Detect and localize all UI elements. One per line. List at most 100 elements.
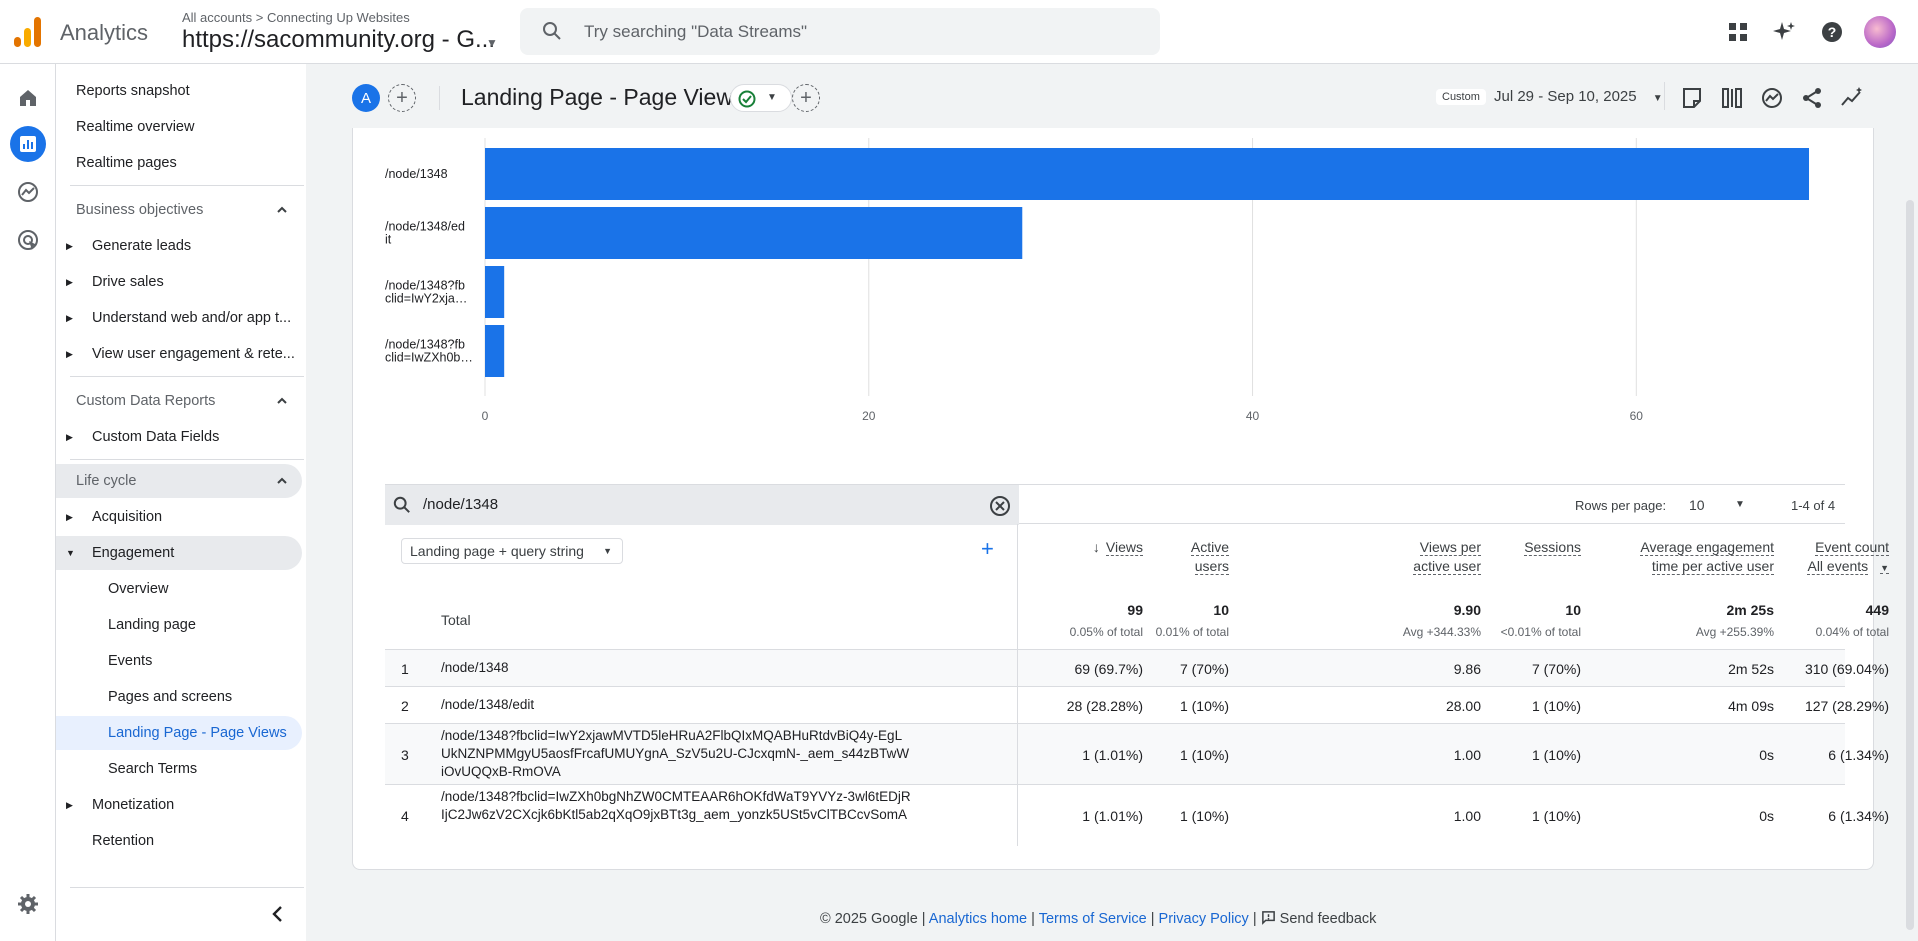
bar[interactable]: [485, 325, 505, 377]
row-events: 310 (69.04%): [1804, 661, 1889, 677]
search-input[interactable]: Try searching "Data Streams": [584, 22, 807, 42]
rows-per-page-select[interactable]: 10: [1689, 497, 1705, 513]
crumb-account[interactable]: Connecting Up Websites: [267, 10, 410, 25]
share-icon[interactable]: [1800, 86, 1824, 110]
caret-down-icon[interactable]: ▼: [486, 36, 498, 50]
section-business-objectives[interactable]: Business objectives: [56, 193, 302, 227]
divider: [439, 86, 440, 110]
nav-realtime-overview[interactable]: Realtime overview: [56, 110, 302, 144]
date-custom-tag: Custom: [1436, 89, 1486, 105]
send-feedback-button[interactable]: Send feedback: [1261, 911, 1376, 927]
comparison-avatar[interactable]: A: [352, 84, 380, 112]
row-page[interactable]: /node/1348?fbclid=IwY2xjawMVTD5leHRuA2Fl…: [441, 727, 911, 781]
compare-columns-icon[interactable]: [1720, 86, 1744, 110]
col-event-count[interactable]: Event count All events ▼: [1653, 538, 1889, 578]
row-index: 2: [401, 698, 409, 714]
total-users-sub: 0.01% of total: [1155, 625, 1229, 639]
pagination-text: 1-4 of 4: [1791, 498, 1836, 513]
row-users: 7 (70%): [1179, 661, 1229, 677]
table-row[interactable]: 4 /node/1348?fbclid=IwZXh0bgNhZW0CMTEAAR…: [385, 784, 1889, 846]
privacy-link[interactable]: Privacy Policy: [1159, 911, 1249, 927]
table-row[interactable]: 1 /node/1348 69 (69.7%) 7 (70%) 9.86 7 (…: [385, 649, 1889, 686]
clear-search-icon[interactable]: [989, 495, 1011, 517]
crumb-all-accounts[interactable]: All accounts: [182, 10, 252, 25]
section-life-cycle[interactable]: Life cycle: [56, 464, 302, 498]
bar[interactable]: [485, 148, 1809, 200]
apps-grid-icon[interactable]: [1724, 18, 1752, 46]
page-scrollbar[interactable]: [1906, 200, 1914, 930]
copyright: © 2025 Google |: [820, 911, 926, 927]
row-page[interactable]: /node/1348: [441, 659, 911, 677]
chevron-up-icon[interactable]: [276, 204, 288, 216]
settings-gear-icon[interactable]: [10, 886, 46, 922]
nav-retention[interactable]: Retention: [56, 824, 302, 858]
caret-right-icon: ▶: [66, 431, 73, 442]
table-row[interactable]: 3 /node/1348?fbclid=IwY2xjawMVTD5leHRuA2…: [385, 723, 1889, 784]
footer-sep: |: [1150, 911, 1155, 927]
nav-engagement[interactable]: ▼ Engagement: [56, 536, 302, 570]
table-search-input[interactable]: /node/1348: [423, 496, 498, 513]
date-range-picker[interactable]: Jul 29 - Sep 10, 2025 ▼: [1494, 88, 1663, 105]
insights-icon[interactable]: [1760, 86, 1784, 110]
caret-down-icon: ▼: [767, 92, 777, 103]
row-page[interactable]: /node/1348/edit: [441, 696, 911, 714]
nav-monetization[interactable]: ▶ Monetization: [56, 788, 302, 822]
svg-text:?: ?: [1828, 24, 1837, 40]
nav-understand-traffic[interactable]: ▶ Understand web and/or app t...: [56, 301, 302, 335]
event-filter-select[interactable]: All events ▼: [1807, 558, 1889, 575]
nav-reports-snapshot[interactable]: Reports snapshot: [56, 74, 302, 108]
caret-right-icon: ▶: [66, 276, 73, 287]
col-active-users[interactable]: Active users: [1053, 538, 1229, 576]
dimension-label: Landing page + query string: [410, 543, 584, 559]
table-search-field[interactable]: /node/1348: [385, 485, 1019, 525]
caret-down-icon[interactable]: ▼: [1735, 499, 1745, 510]
user-avatar[interactable]: [1864, 16, 1896, 48]
bar-chart: 0 20 40 60/node/1348/node/1348/edit/node/13…: [385, 138, 1809, 423]
help-icon[interactable]: ?: [1818, 18, 1846, 46]
col-label: users: [1194, 558, 1229, 575]
bar[interactable]: [485, 266, 505, 318]
nav-search-terms[interactable]: Search Terms: [56, 752, 302, 786]
account-breadcrumb[interactable]: All accounts > Connecting Up Websites: [182, 10, 410, 25]
reports-icon[interactable]: [10, 126, 46, 162]
trend-sparkle-icon[interactable]: [1840, 86, 1864, 110]
nav-generate-leads[interactable]: ▶ Generate leads: [56, 229, 302, 263]
nav-custom-fields[interactable]: ▶ Custom Data Fields: [56, 420, 302, 454]
chevron-up-icon[interactable]: [276, 475, 288, 487]
table-row[interactable]: 2 /node/1348/edit 28 (28.28%) 1 (10%) 28…: [385, 686, 1889, 723]
nav-label: Generate leads: [92, 238, 192, 254]
section-custom-reports[interactable]: Custom Data Reports: [56, 384, 302, 418]
annotation-icon[interactable]: [1680, 86, 1704, 110]
report-status-pill[interactable]: ▼: [730, 84, 792, 112]
advertising-icon[interactable]: [10, 222, 46, 258]
nav-landing-page-views[interactable]: Landing Page - Page Views: [56, 716, 302, 750]
add-filter-icon[interactable]: +: [792, 84, 820, 112]
analytics-home-link[interactable]: Analytics home: [929, 911, 1027, 927]
add-comparison-icon[interactable]: +: [388, 84, 416, 112]
property-selector[interactable]: https://sacommunity.org - G...: [182, 26, 495, 54]
nav-label: Custom Data Fields: [92, 429, 220, 445]
chevron-up-icon[interactable]: [276, 395, 288, 407]
row-users: 1 (10%): [1179, 698, 1229, 714]
search-bar[interactable]: Try searching "Data Streams": [520, 8, 1160, 55]
nav-landing-page[interactable]: Landing page: [56, 608, 302, 642]
nav-pages-screens[interactable]: Pages and screens: [56, 680, 302, 714]
row-page[interactable]: /node/1348?fbclid=IwZXh0bgNhZW0CMTEAAR6h…: [441, 788, 911, 824]
home-icon[interactable]: [10, 80, 46, 116]
search-icon: [543, 22, 561, 40]
nav-drive-sales[interactable]: ▶ Drive sales: [56, 265, 302, 299]
collapse-sidebar-icon[interactable]: [268, 904, 288, 924]
rows-per-page-label: Rows per page:: [1575, 498, 1667, 513]
sparkle-icon[interactable]: [1770, 18, 1798, 46]
nav-realtime-pages[interactable]: Realtime pages: [56, 146, 302, 180]
bar[interactable]: [485, 207, 1023, 259]
terms-link[interactable]: Terms of Service: [1039, 911, 1147, 927]
nav-events[interactable]: Events: [56, 644, 302, 678]
explore-icon[interactable]: [10, 174, 46, 210]
nav-acquisition[interactable]: ▶ Acquisition: [56, 500, 302, 534]
page-title: Landing Page - Page Views: [461, 84, 745, 110]
analytics-logo-icon[interactable]: [14, 17, 42, 47]
nav-view-engagement[interactable]: ▶ View user engagement & rete...: [56, 337, 302, 371]
dimension-selector[interactable]: Landing page + query string ▼: [401, 538, 623, 564]
nav-overview[interactable]: Overview: [56, 572, 302, 606]
